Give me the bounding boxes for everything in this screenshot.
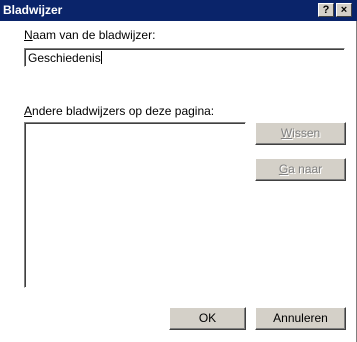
ok-button[interactable]: OK xyxy=(169,307,246,330)
bookmark-name-label: Naam van de bladwijzer: xyxy=(24,28,156,42)
bookmark-name-input[interactable]: Geschiedenis xyxy=(24,48,345,67)
goto-button[interactable]: Ga naar xyxy=(255,158,346,181)
close-button[interactable]: × xyxy=(336,3,352,17)
bookmark-dialog: Bladwijzer ? × Naam van de bladwijzer: G… xyxy=(0,0,357,342)
title-bar[interactable]: Bladwijzer ? × xyxy=(0,0,357,21)
delete-button[interactable]: Wissen xyxy=(255,122,346,145)
cancel-button[interactable]: Annuleren xyxy=(255,307,346,330)
other-bookmarks-list[interactable] xyxy=(24,122,246,288)
help-button[interactable]: ? xyxy=(318,3,334,17)
dialog-title: Bladwijzer xyxy=(3,3,63,17)
bookmark-name-value: Geschiedenis xyxy=(28,51,101,65)
text-caret xyxy=(100,51,102,64)
other-bookmarks-label: Andere bladwijzers op deze pagina: xyxy=(24,104,215,118)
